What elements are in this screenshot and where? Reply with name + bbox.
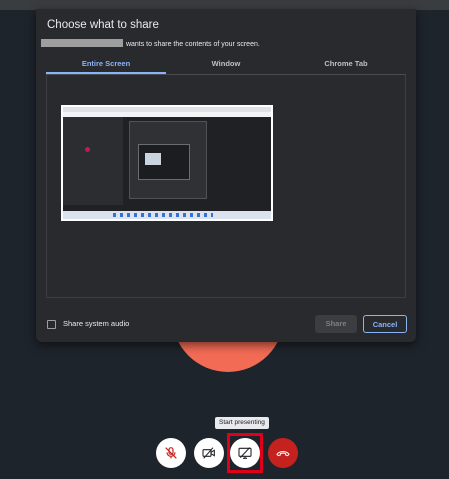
camera-toggle-button[interactable] (194, 438, 224, 468)
tab-entire-screen[interactable]: Entire Screen (46, 56, 166, 74)
share-tabs: Entire Screen Window Chrome Tab (46, 56, 406, 75)
start-presenting-tooltip: Start presenting (215, 417, 269, 429)
present-button-highlight (227, 433, 263, 473)
subtitle-text: wants to share the contents of your scre… (125, 41, 260, 48)
hang-up-icon (276, 451, 290, 457)
camera-off-icon (202, 447, 215, 459)
redacted-site-name (41, 39, 123, 47)
dialog-title: Choose what to share (47, 19, 159, 31)
tab-chrome-tab[interactable]: Chrome Tab (286, 56, 406, 74)
tab-window[interactable]: Window (166, 56, 286, 74)
share-audio-label: Share system audio (63, 319, 130, 328)
screen-thumbnail-image (63, 107, 271, 219)
screen-preview-area (46, 75, 406, 298)
share-audio-checkbox[interactable] (47, 320, 56, 329)
mic-toggle-button[interactable] (156, 438, 186, 468)
share-button[interactable]: Share (315, 315, 357, 333)
hang-up-button[interactable] (268, 438, 298, 468)
dialog-subtitle: wants to share the contents of your scre… (41, 39, 260, 48)
cancel-button[interactable]: Cancel (363, 315, 407, 333)
share-dialog: Choose what to share wants to share the … (36, 9, 416, 342)
screen-thumbnail[interactable] (61, 105, 273, 221)
mic-off-icon (165, 447, 177, 459)
